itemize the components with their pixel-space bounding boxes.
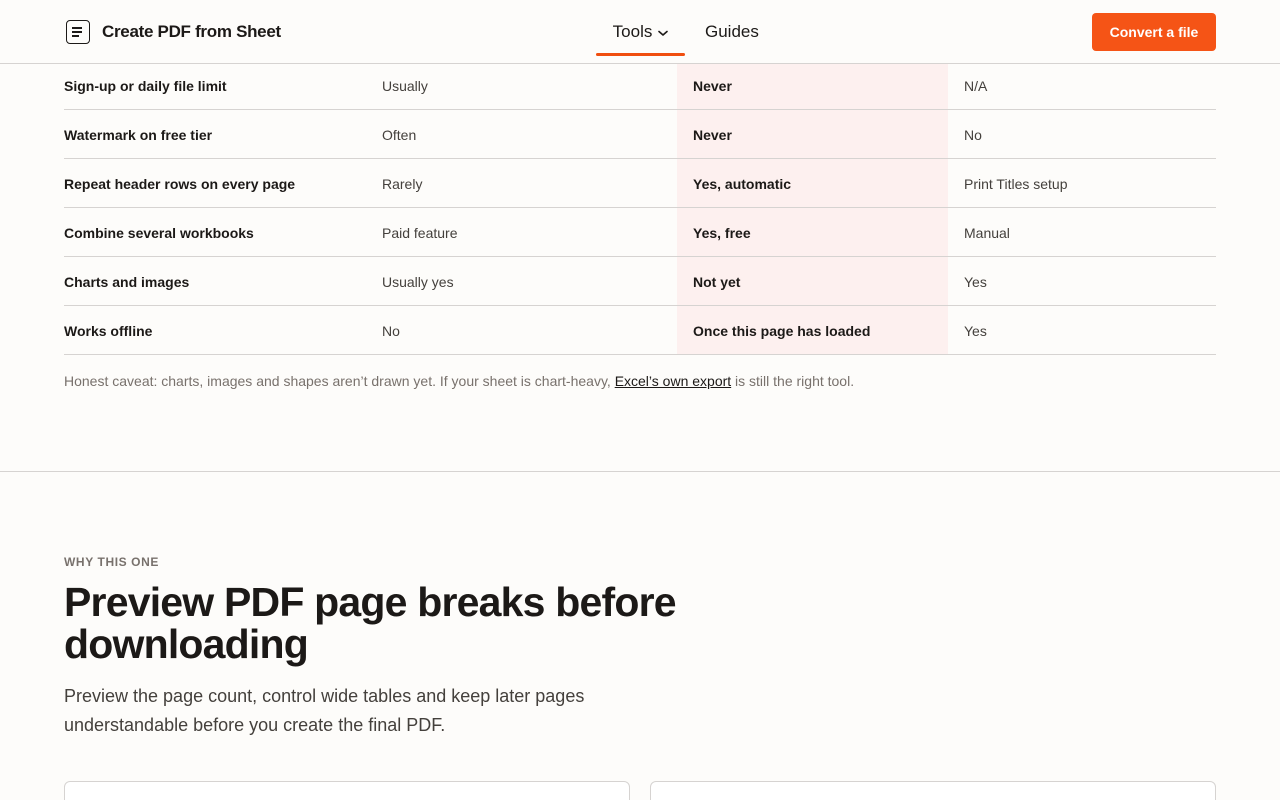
- feature-cell: Combine several workbooks: [64, 224, 254, 241]
- table-row: Watermark on free tier Often Never No: [64, 110, 1216, 159]
- nav-tools-menu[interactable]: Tools: [596, 0, 685, 64]
- active-nav-indicator: [596, 53, 685, 56]
- nav-guides-label: Guides: [705, 22, 759, 41]
- value-cell: Usually yes: [382, 273, 454, 290]
- table-row: Repeat header rows on every page Rarely …: [64, 159, 1216, 208]
- feature-card: [650, 781, 1216, 800]
- value-cell: No: [382, 322, 400, 339]
- highlight-value-cell: Yes, free: [693, 224, 751, 241]
- table-row: Sign-up or daily file limit Usually Neve…: [64, 61, 1216, 110]
- value-cell: Yes: [964, 322, 987, 339]
- value-cell: Manual: [964, 224, 1010, 241]
- table-row: Combine several workbooks Paid feature Y…: [64, 208, 1216, 257]
- nav-guides-link[interactable]: Guides: [705, 0, 759, 64]
- feature-card: [64, 781, 630, 800]
- section-eyebrow: WHY THIS ONE: [64, 555, 159, 569]
- value-cell: Rarely: [382, 175, 423, 192]
- value-cell: Yes: [964, 273, 987, 290]
- caveat-text-end: is still the right tool.: [735, 373, 855, 389]
- chevron-down-icon: [658, 30, 669, 36]
- section-lead: Preview the page count, control wide tab…: [64, 686, 585, 735]
- section-title: Preview PDF page breaks before downloadi…: [64, 579, 677, 667]
- nav-tools-label: Tools: [612, 22, 653, 41]
- table-row: Charts and images Usually yes Not yet Ye…: [64, 257, 1216, 306]
- value-cell: Often: [382, 126, 417, 143]
- section-divider: [0, 471, 1280, 472]
- highlight-value-cell: Never: [693, 126, 732, 143]
- value-cell: Print Titles setup: [964, 175, 1068, 192]
- highlight-value-cell: Once this page has loaded: [693, 322, 871, 339]
- document-icon: [66, 20, 90, 44]
- value-cell: No: [964, 126, 982, 143]
- comparison-table: Sign-up or daily file limit Usually Neve…: [64, 61, 1216, 355]
- value-cell: Usually: [382, 77, 428, 94]
- highlight-value-cell: Not yet: [693, 273, 741, 290]
- brand-logo[interactable]: Create PDF from Sheet: [64, 18, 281, 46]
- feature-cell: Repeat header rows on every page: [64, 175, 296, 192]
- highlight-value-cell: Yes, automatic: [693, 175, 792, 192]
- brand-title: Create PDF from Sheet: [102, 22, 281, 41]
- feature-cell: Works offline: [64, 322, 153, 339]
- convert-file-button[interactable]: Convert a file: [1092, 13, 1216, 51]
- highlight-value-cell: Never: [693, 77, 732, 94]
- excel-export-link[interactable]: Excel’s own export: [615, 373, 731, 389]
- value-cell: N/A: [964, 77, 988, 94]
- caveat-text: Honest caveat: charts, images and shapes…: [64, 373, 611, 389]
- site-header: Create PDF from Sheet Tools Guides Conve…: [0, 0, 1280, 64]
- feature-cell: Sign-up or daily file limit: [64, 77, 227, 94]
- caveat-note: Honest caveat: charts, images and shapes…: [64, 373, 854, 389]
- value-cell: Paid feature: [382, 224, 458, 241]
- table-row: Works offline No Once this page has load…: [64, 306, 1216, 355]
- feature-cell: Watermark on free tier: [64, 126, 213, 143]
- feature-cell: Charts and images: [64, 273, 190, 290]
